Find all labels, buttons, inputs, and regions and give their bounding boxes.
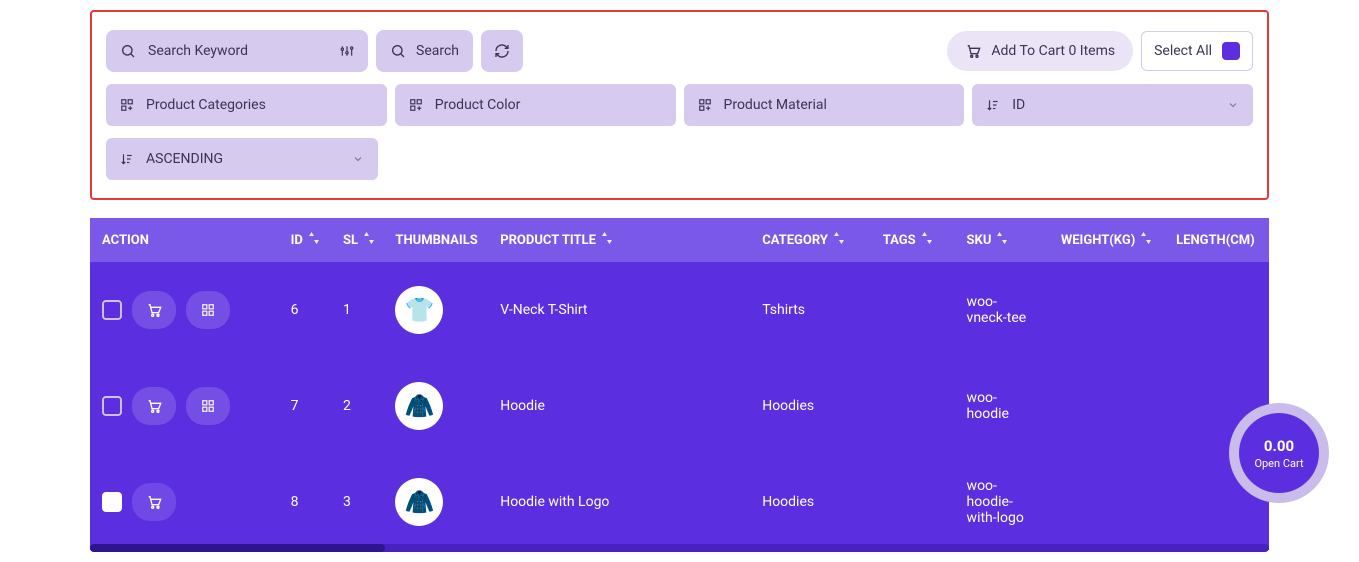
open-cart-fab[interactable]: 0.00 Open Cart bbox=[1229, 403, 1329, 503]
select-all-checkbox[interactable] bbox=[1222, 42, 1240, 60]
chevron-down-icon bbox=[352, 153, 364, 165]
select-all-label: Select All bbox=[1154, 43, 1212, 59]
col-thumbnails: THUMBNAILS bbox=[383, 218, 488, 262]
sort-arrows-icon bbox=[364, 232, 374, 244]
col-sku[interactable]: SKU bbox=[955, 218, 1049, 262]
row-cart-button[interactable] bbox=[132, 483, 176, 521]
col-weight[interactable]: WEIGHT(KG) bbox=[1049, 218, 1164, 262]
cell-weight bbox=[1049, 262, 1164, 358]
filter-product-material[interactable]: Product Material bbox=[684, 84, 965, 126]
cell-tags bbox=[871, 262, 955, 358]
cell-sku: woo-vneck-tee bbox=[955, 262, 1049, 358]
filter-categories-label: Product Categories bbox=[146, 97, 266, 113]
filter-product-color[interactable]: Product Color bbox=[395, 84, 676, 126]
refresh-icon bbox=[494, 43, 510, 59]
row-checkbox[interactable] bbox=[102, 492, 122, 512]
row-checkbox[interactable] bbox=[102, 300, 122, 320]
col-category[interactable]: CATEGORY bbox=[750, 218, 871, 262]
search-input[interactable] bbox=[148, 43, 328, 59]
row-grid-button[interactable] bbox=[186, 291, 230, 329]
col-sl[interactable]: SL bbox=[331, 218, 383, 262]
search-button-label: Search bbox=[416, 43, 459, 59]
hoodie-thumbnail: 🧥 bbox=[395, 382, 443, 430]
cell-sku: woo-hoodie-with-logo bbox=[955, 454, 1049, 550]
refresh-button[interactable] bbox=[481, 30, 523, 72]
sort-arrows-icon bbox=[997, 232, 1007, 244]
cell-id: 7 bbox=[279, 358, 331, 454]
cart-icon bbox=[965, 43, 981, 59]
col-tags[interactable]: TAGS bbox=[871, 218, 955, 262]
sort-direction-select[interactable]: ASCENDING bbox=[106, 138, 378, 180]
cart-fab-label: Open Cart bbox=[1254, 457, 1303, 470]
cell-length bbox=[1164, 262, 1269, 358]
product-table-wrap: ACTION ID SL THUMBNAILS PRODUCT TITLE CA… bbox=[90, 218, 1269, 552]
sort-direction-label: ASCENDING bbox=[146, 151, 223, 167]
select-all-toggle[interactable]: Select All bbox=[1141, 31, 1253, 71]
cell-sl: 3 bbox=[331, 454, 383, 550]
row-checkbox[interactable] bbox=[102, 396, 122, 416]
cell-category: Tshirts bbox=[750, 262, 871, 358]
sliders-icon[interactable] bbox=[340, 44, 354, 58]
search-icon bbox=[390, 43, 406, 59]
cell-weight bbox=[1049, 358, 1164, 454]
sort-arrows-icon bbox=[834, 232, 844, 244]
sort-by-label: ID bbox=[1012, 97, 1025, 113]
cell-title: Hoodie bbox=[488, 358, 750, 454]
cell-tags bbox=[871, 358, 955, 454]
row-cart-button[interactable] bbox=[132, 291, 176, 329]
filter-panel: Search Add To Cart 0 Items Select All bbox=[90, 10, 1269, 200]
sort-arrows-icon bbox=[309, 232, 319, 244]
grid-icon bbox=[201, 399, 215, 413]
cell-sl: 1 bbox=[331, 262, 383, 358]
cell-id: 8 bbox=[279, 454, 331, 550]
product-table: ACTION ID SL THUMBNAILS PRODUCT TITLE CA… bbox=[90, 218, 1269, 550]
tshirt-thumbnail: 👕 bbox=[395, 286, 443, 334]
grid-icon bbox=[201, 303, 215, 317]
row-grid-button[interactable] bbox=[186, 387, 230, 425]
grid-add-icon bbox=[409, 98, 423, 112]
filter-color-label: Product Color bbox=[435, 97, 521, 113]
chevron-down-icon bbox=[1227, 99, 1239, 111]
cell-category: Hoodies bbox=[750, 358, 871, 454]
filter-product-categories[interactable]: Product Categories bbox=[106, 84, 387, 126]
cell-category: Hoodies bbox=[750, 454, 871, 550]
add-to-cart-button[interactable]: Add To Cart 0 Items bbox=[947, 31, 1133, 71]
table-row: 83🧥 Hoodie with LogoHoodies woo-hoodie-wit… bbox=[90, 454, 1269, 550]
grid-add-icon bbox=[120, 98, 134, 112]
sort-arrows-icon bbox=[602, 232, 612, 244]
table-row: 61👕 V-Neck T-ShirtTshirts woo-vneck-tee bbox=[90, 262, 1269, 358]
sort-icon bbox=[986, 98, 1000, 112]
cell-sku: woo-hoodie bbox=[955, 358, 1049, 454]
table-row: 72🧥 HoodieHoodies woo-hoodie bbox=[90, 358, 1269, 454]
cell-weight bbox=[1049, 454, 1164, 550]
sort-arrows-icon bbox=[1141, 232, 1151, 244]
col-title[interactable]: PRODUCT TITLE bbox=[488, 218, 750, 262]
cell-title: Hoodie with Logo bbox=[488, 454, 750, 550]
filter-material-label: Product Material bbox=[724, 97, 827, 113]
cell-title: V-Neck T-Shirt bbox=[488, 262, 750, 358]
col-action: ACTION bbox=[90, 218, 279, 262]
grid-add-icon bbox=[698, 98, 712, 112]
hoodie-logo-thumbnail: 🧥 bbox=[395, 478, 443, 526]
search-input-wrap[interactable] bbox=[106, 30, 368, 72]
scrollbar-thumb[interactable] bbox=[90, 544, 385, 552]
cart-amount: 0.00 bbox=[1264, 437, 1294, 455]
search-icon bbox=[120, 43, 136, 59]
cart-icon bbox=[146, 302, 162, 318]
col-length[interactable]: LENGTH(CM) bbox=[1164, 218, 1269, 262]
row-cart-button[interactable] bbox=[132, 387, 176, 425]
cart-icon bbox=[146, 398, 162, 414]
horizontal-scrollbar[interactable] bbox=[90, 544, 1269, 552]
col-id[interactable]: ID bbox=[279, 218, 331, 262]
cell-sl: 2 bbox=[331, 358, 383, 454]
cell-tags bbox=[871, 454, 955, 550]
cart-icon bbox=[146, 494, 162, 510]
add-to-cart-label: Add To Cart 0 Items bbox=[991, 43, 1115, 59]
sort-by-select[interactable]: ID bbox=[972, 84, 1253, 126]
search-button[interactable]: Search bbox=[376, 30, 473, 72]
cell-id: 6 bbox=[279, 262, 331, 358]
sort-arrows-icon bbox=[922, 232, 932, 244]
sort-icon bbox=[120, 152, 134, 166]
